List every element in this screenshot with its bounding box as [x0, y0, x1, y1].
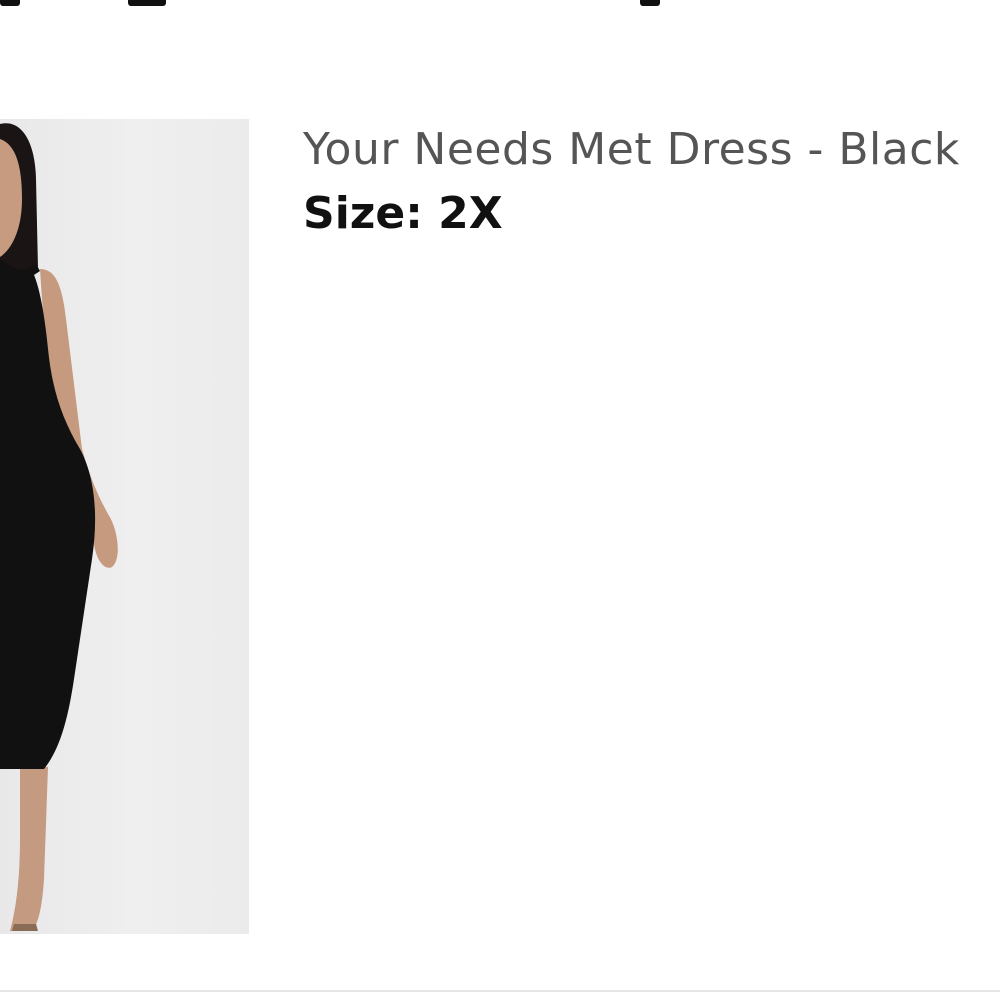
size-line: Size: 2X	[303, 186, 1000, 242]
size-value: 2X	[438, 188, 503, 239]
product-image[interactable]	[0, 119, 249, 934]
divider	[0, 990, 1000, 992]
item-info: Your Needs Met Dress - Black Size: 2X	[303, 122, 1000, 242]
size-label: Size:	[303, 188, 423, 239]
cart-item-page: Your Needs Met Dress - Black Size: 2X	[0, 0, 1000, 1000]
dress-photo-icon	[0, 123, 118, 931]
product-title[interactable]: Your Needs Met Dress - Black	[303, 122, 1000, 178]
clipped-text-line	[0, 0, 1000, 12]
